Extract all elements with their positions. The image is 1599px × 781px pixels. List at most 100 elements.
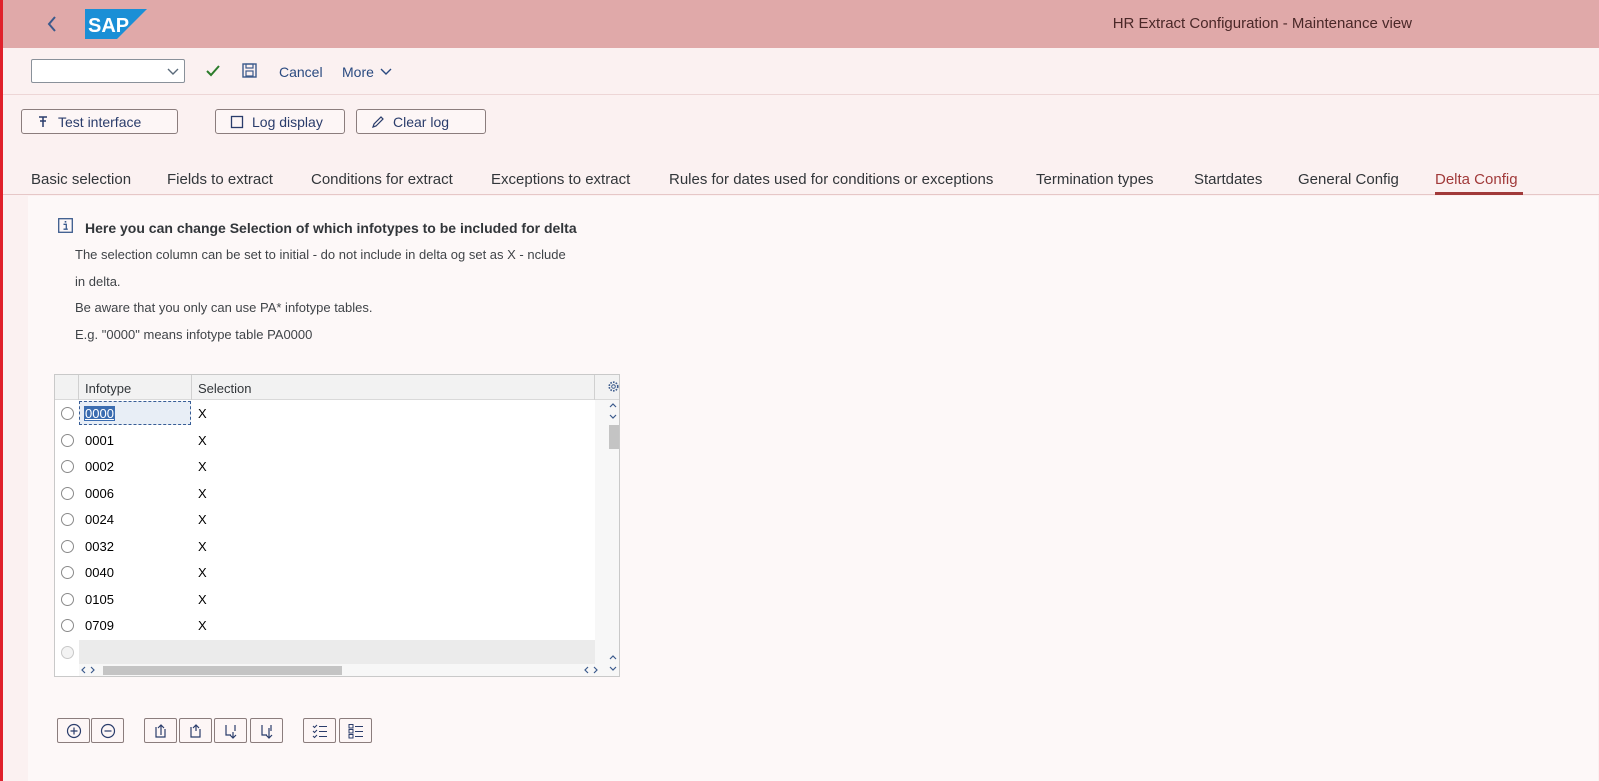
tab-general-config[interactable]: General Config <box>1298 171 1399 188</box>
cell-selection[interactable]: X <box>198 539 207 554</box>
infotype-table: Infotype Selection 0000 X 0001 X 0002 X … <box>54 374 620 677</box>
more-label: More <box>342 64 374 80</box>
info-line: The selection column can be set to initi… <box>75 247 566 262</box>
cell-infotype[interactable]: 0105 <box>85 592 114 607</box>
select-all-button[interactable] <box>303 718 336 743</box>
column-header-infotype[interactable]: Infotype <box>85 381 131 396</box>
clear-log-button[interactable]: Clear log <box>356 109 486 134</box>
row-selector[interactable] <box>61 513 74 526</box>
insert-row-button[interactable] <box>57 718 90 743</box>
table-row[interactable]: 0002 X <box>55 453 595 480</box>
row-selector[interactable] <box>61 433 74 447</box>
page-up-icon <box>189 723 201 738</box>
table-row[interactable]: 0024 X <box>55 506 595 533</box>
cell-infotype[interactable]: 0024 <box>85 512 114 527</box>
column-separator <box>594 375 595 400</box>
cell-infotype[interactable]: 0006 <box>85 486 114 501</box>
info-line: Be aware that you only can use PA* infot… <box>75 300 373 315</box>
row-selector[interactable] <box>61 566 74 579</box>
table-row[interactable]: 0709 X <box>55 612 595 639</box>
chevron-down-icon <box>380 68 392 75</box>
column-header-selection[interactable]: Selection <box>198 381 251 396</box>
command-field[interactable] <box>31 59 185 83</box>
cell-infotype[interactable]: 0000 <box>84 406 115 421</box>
log-display-button[interactable]: Log display <box>215 109 345 134</box>
table-row[interactable]: 0040 X <box>55 559 595 586</box>
gear-icon[interactable] <box>607 380 620 398</box>
table-row[interactable]: 0006 X <box>55 480 595 507</box>
tab-basic-selection[interactable]: Basic selection <box>31 171 131 188</box>
more-button[interactable]: More <box>342 64 392 80</box>
tab-termination-types[interactable]: Termination types <box>1036 171 1154 188</box>
row-selector[interactable] <box>61 486 74 500</box>
tab-rules-for-dates[interactable]: Rules for dates used for conditions or e… <box>669 171 993 188</box>
save-icon[interactable] <box>241 62 259 80</box>
info-title: Here you can change Selection of which i… <box>85 220 577 236</box>
test-interface-button[interactable]: Test interface <box>21 109 178 134</box>
cell-selection[interactable]: X <box>198 433 207 448</box>
pencil-icon <box>372 115 384 128</box>
scroll-up-down-icon[interactable] <box>599 653 623 675</box>
row-selector[interactable] <box>61 407 74 420</box>
cell-infotype[interactable]: 0002 <box>85 459 114 474</box>
tab-delta-config[interactable]: Delta Config <box>1435 171 1518 188</box>
cell-selection[interactable]: X <box>198 592 207 607</box>
tab-fields-to-extract[interactable]: Fields to extract <box>167 171 273 188</box>
cell-selection[interactable]: X <box>198 486 207 501</box>
cell-selection[interactable]: X <box>198 565 207 580</box>
horizontal-scroll-thumb[interactable] <box>103 666 342 675</box>
chevron-down-icon[interactable] <box>166 64 180 83</box>
cancel-button[interactable]: Cancel <box>279 64 323 80</box>
cell-infotype[interactable]: 0709 <box>85 618 114 633</box>
info-line: in delta. <box>75 274 121 289</box>
scroll-page-up-button[interactable] <box>179 718 212 743</box>
page-bottom-icon <box>260 724 272 739</box>
scroll-left-right-icon[interactable] <box>79 664 99 676</box>
active-tab-indicator <box>1435 192 1523 195</box>
tab-bar: Basic selection Fields to extract Condit… <box>3 160 1599 195</box>
tab-content: Here you can change Selection of which i… <box>28 196 1598 781</box>
cell-selection[interactable]: X <box>198 512 207 527</box>
info-icon <box>58 218 73 233</box>
scroll-last-button[interactable] <box>250 718 283 743</box>
tab-conditions-for-extract[interactable]: Conditions for extract <box>311 171 453 188</box>
cell-infotype[interactable]: 0001 <box>85 433 114 448</box>
vertical-scroll-thumb[interactable] <box>609 425 619 449</box>
row-selector[interactable] <box>61 460 74 473</box>
back-icon[interactable] <box>41 12 65 36</box>
column-separator <box>191 375 192 400</box>
scroll-left-right-icon[interactable] <box>582 664 602 676</box>
table-row[interactable]: 0001 X <box>55 427 595 454</box>
info-line: E.g. "0000" means infotype table PA0000 <box>75 327 313 342</box>
table-row[interactable]: 0000 X <box>55 400 595 427</box>
select-all-icon <box>312 724 327 738</box>
cell-infotype[interactable]: 0032 <box>85 539 114 554</box>
column-separator <box>78 375 79 400</box>
table-row[interactable]: 0032 X <box>55 533 595 560</box>
scroll-first-button[interactable] <box>144 718 177 743</box>
scroll-page-down-button[interactable] <box>214 718 247 743</box>
delete-row-button[interactable] <box>91 718 124 743</box>
plus-circle-icon <box>66 723 81 738</box>
deselect-all-button[interactable] <box>339 718 372 743</box>
sap-logo: SAP <box>85 9 147 39</box>
cell-selection[interactable]: X <box>198 406 207 421</box>
row-selector[interactable] <box>61 619 74 632</box>
cell-selection[interactable]: X <box>198 459 207 474</box>
row-selector[interactable] <box>61 592 74 606</box>
svg-text:SAP: SAP <box>88 15 129 37</box>
scroll-up-down-icon[interactable] <box>599 401 623 423</box>
log-display-label: Log display <box>252 113 323 130</box>
row-selector[interactable] <box>61 539 74 553</box>
page-title: HR Extract Configuration - Maintenance v… <box>1112 15 1412 32</box>
focused-cell[interactable]: 0000 <box>79 401 191 425</box>
tab-startdates[interactable]: Startdates <box>1194 171 1262 188</box>
row-selector <box>61 645 74 659</box>
deselect-all-icon <box>348 723 363 738</box>
cell-infotype[interactable]: 0040 <box>85 565 114 580</box>
check-icon[interactable] <box>204 62 222 80</box>
tab-exceptions-to-extract[interactable]: Exceptions to extract <box>491 171 630 188</box>
cell-selection[interactable]: X <box>198 618 207 633</box>
table-row[interactable]: 0105 X <box>55 586 595 613</box>
clear-log-label: Clear log <box>393 113 450 130</box>
